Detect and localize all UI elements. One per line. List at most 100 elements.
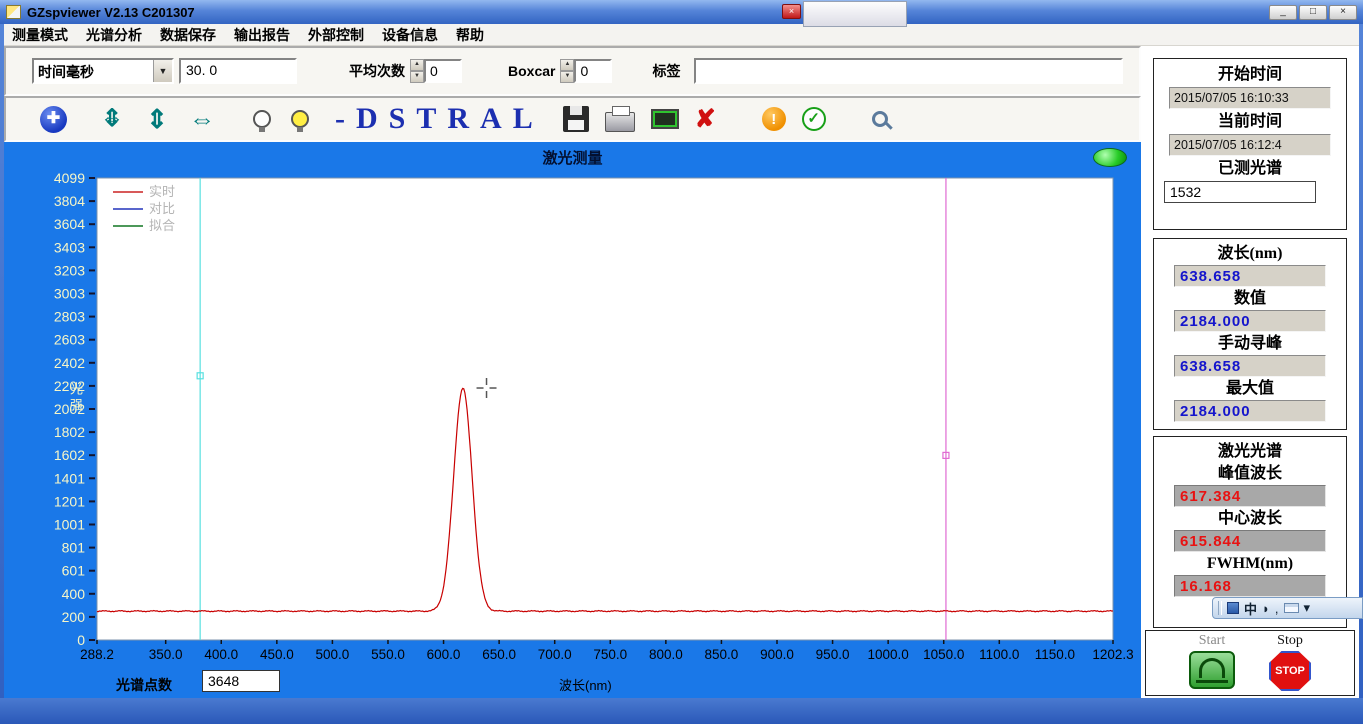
svg-text:0: 0	[77, 632, 85, 648]
background-window-fragment: ×	[782, 1, 907, 27]
letter-l-button[interactable]: L	[513, 104, 533, 134]
svg-text:对比: 对比	[149, 201, 175, 216]
acquisition-controls-bar: 时间毫秒 ▼ 30. 0 平均次数 ▲ ▼ 0 Boxcar ▲ ▼ 0 标签	[4, 46, 1141, 96]
add-button[interactable]: ✚	[40, 105, 67, 133]
svg-text:700.0: 700.0	[538, 647, 572, 662]
fullwidth-toggle-icon[interactable]: ◗	[1262, 601, 1270, 616]
letter-s-button[interactable]: S	[389, 104, 406, 134]
x-axis-title: 波长(nm)	[559, 678, 612, 693]
zoom-button[interactable]	[871, 111, 888, 127]
svg-text:350.0: 350.0	[149, 647, 183, 662]
svg-text:2603: 2603	[54, 332, 85, 348]
toolbar: ✚ ⇔ ⇕ ⇕ ⇔ - D S T R A L ✘ ! ✓	[4, 96, 1141, 142]
window-buttons: _ □ ×	[1269, 4, 1357, 20]
fwhm-label: FWHM(nm)	[1206, 555, 1294, 572]
svg-text:3804: 3804	[54, 193, 85, 209]
print-button[interactable]	[604, 106, 635, 132]
center-wavelength-label: 中心波长	[1217, 510, 1282, 527]
boxcar-spinner[interactable]: ▲ ▼ 0	[560, 59, 613, 83]
spin-down-icon[interactable]: ▼	[410, 71, 424, 83]
svg-text:1602: 1602	[54, 447, 85, 463]
menu-item-device-info[interactable]: 设备信息	[382, 25, 438, 45]
menu-item-external-control[interactable]: 外部控制	[308, 25, 364, 45]
warning-icon: !	[771, 110, 777, 128]
letter-r-button[interactable]: R	[447, 104, 469, 134]
average-value[interactable]: 0	[424, 59, 462, 83]
warning-button[interactable]: !	[761, 107, 786, 131]
boxcar-value[interactable]: 0	[574, 59, 613, 83]
value-value: 2184.000	[1174, 310, 1326, 332]
y-axis-title: 光强	[68, 382, 83, 414]
mode-select[interactable]: 时间毫秒 ▼	[32, 58, 174, 84]
maximize-button[interactable]: □	[1299, 4, 1327, 20]
start-label: Start	[1198, 633, 1226, 648]
average-spinner[interactable]: ▲ ▼ 0	[410, 59, 462, 83]
svg-text:实时: 实时	[149, 184, 175, 199]
menu-item-data-save[interactable]: 数据保存	[160, 25, 216, 45]
titlebar: GZspviewer V2.13 C201307 _ □ ×	[0, 0, 1363, 24]
save-button[interactable]	[562, 106, 589, 132]
chart-title: 激光测量	[542, 150, 603, 167]
langbar-options-icon[interactable]: ▾	[1304, 600, 1311, 616]
menu-item-spectrum-analysis[interactable]: 光谱分析	[86, 25, 142, 45]
letter-minus-button[interactable]: -	[335, 104, 345, 134]
red-x-icon: ✘	[694, 105, 716, 133]
spin-up-icon[interactable]: ▲	[410, 59, 424, 71]
svg-text:800.0: 800.0	[649, 647, 683, 662]
laser-spectrum-title: 激光光谱	[1217, 443, 1282, 460]
svg-text:601: 601	[62, 563, 86, 579]
svg-text:400: 400	[62, 586, 86, 602]
wavelength-value: 638.658	[1174, 265, 1326, 287]
svg-text:850.0: 850.0	[705, 647, 739, 662]
menu-item-output-report[interactable]: 输出报告	[234, 25, 290, 45]
svg-text:200: 200	[62, 609, 86, 625]
svg-text:1401: 1401	[54, 470, 85, 486]
spin-up-icon[interactable]: ▲	[560, 59, 575, 71]
minimize-button[interactable]: _	[1269, 4, 1297, 20]
plus-icon: ✚	[46, 110, 61, 127]
language-indicator[interactable]: 中	[1244, 599, 1257, 618]
svg-text:550.0: 550.0	[371, 647, 405, 662]
vertical-scale-button[interactable]: ⇕	[143, 104, 171, 135]
stop-button[interactable]: STOP	[1269, 651, 1311, 691]
confirm-button[interactable]: ✓	[801, 107, 826, 131]
svg-text:650.0: 650.0	[482, 647, 516, 662]
close-button[interactable]: ×	[1329, 4, 1357, 20]
ime-badge-icon[interactable]	[1227, 602, 1239, 614]
letter-a-button[interactable]: A	[480, 104, 502, 134]
svg-text:2803: 2803	[54, 309, 85, 325]
check-icon: ✓	[807, 110, 820, 127]
spin-down-icon[interactable]: ▼	[560, 71, 575, 83]
letter-d-button[interactable]: D	[356, 104, 378, 134]
menu-item-measure-mode[interactable]: 测量模式	[12, 25, 68, 45]
chevron-down-icon[interactable]: ▼	[153, 60, 172, 82]
horizontal-scale-button[interactable]: ⇔	[185, 104, 219, 135]
spectrum-points-input[interactable]: 3648	[202, 670, 280, 692]
letter-t-button[interactable]: T	[416, 104, 436, 134]
start-button[interactable]	[1189, 651, 1235, 689]
svg-text:3203: 3203	[54, 262, 85, 278]
display-button[interactable]	[650, 109, 679, 129]
manual-peak-value: 638.658	[1174, 355, 1326, 377]
svg-text:450.0: 450.0	[260, 647, 294, 662]
integration-time-input[interactable]: 30. 0	[179, 58, 297, 84]
lamp-on-button[interactable]	[291, 110, 309, 132]
keyboard-icon[interactable]	[1283, 603, 1299, 613]
spectra-count-value: 1532	[1164, 181, 1316, 203]
spectrum-svg[interactable]: 0200400601801100112011401160218022002220…	[4, 142, 1141, 698]
delete-button[interactable]: ✘	[695, 104, 716, 134]
lamp-off-button[interactable]	[253, 110, 271, 132]
boxcar-label: Boxcar	[508, 63, 556, 79]
svg-text:1201: 1201	[54, 493, 85, 509]
background-close-button[interactable]: ×	[782, 4, 801, 19]
menu-bar: 测量模式 光谱分析 数据保存 输出报告 外部控制 设备信息 帮助	[4, 24, 1359, 46]
wavelength-label: 波长(nm)	[1217, 245, 1283, 262]
horizontal-arrows-icon: ⇔	[189, 103, 215, 134]
menu-item-help[interactable]: 帮助	[456, 25, 484, 45]
tag-input[interactable]	[694, 58, 1123, 84]
grip-icon[interactable]	[1218, 601, 1222, 615]
punctuation-toggle-icon[interactable]: ,	[1275, 601, 1279, 616]
window-frame-bottom	[0, 698, 1363, 724]
svg-text:288.2: 288.2	[80, 647, 114, 662]
pan-button[interactable]: ⇔ ⇕	[97, 104, 127, 134]
